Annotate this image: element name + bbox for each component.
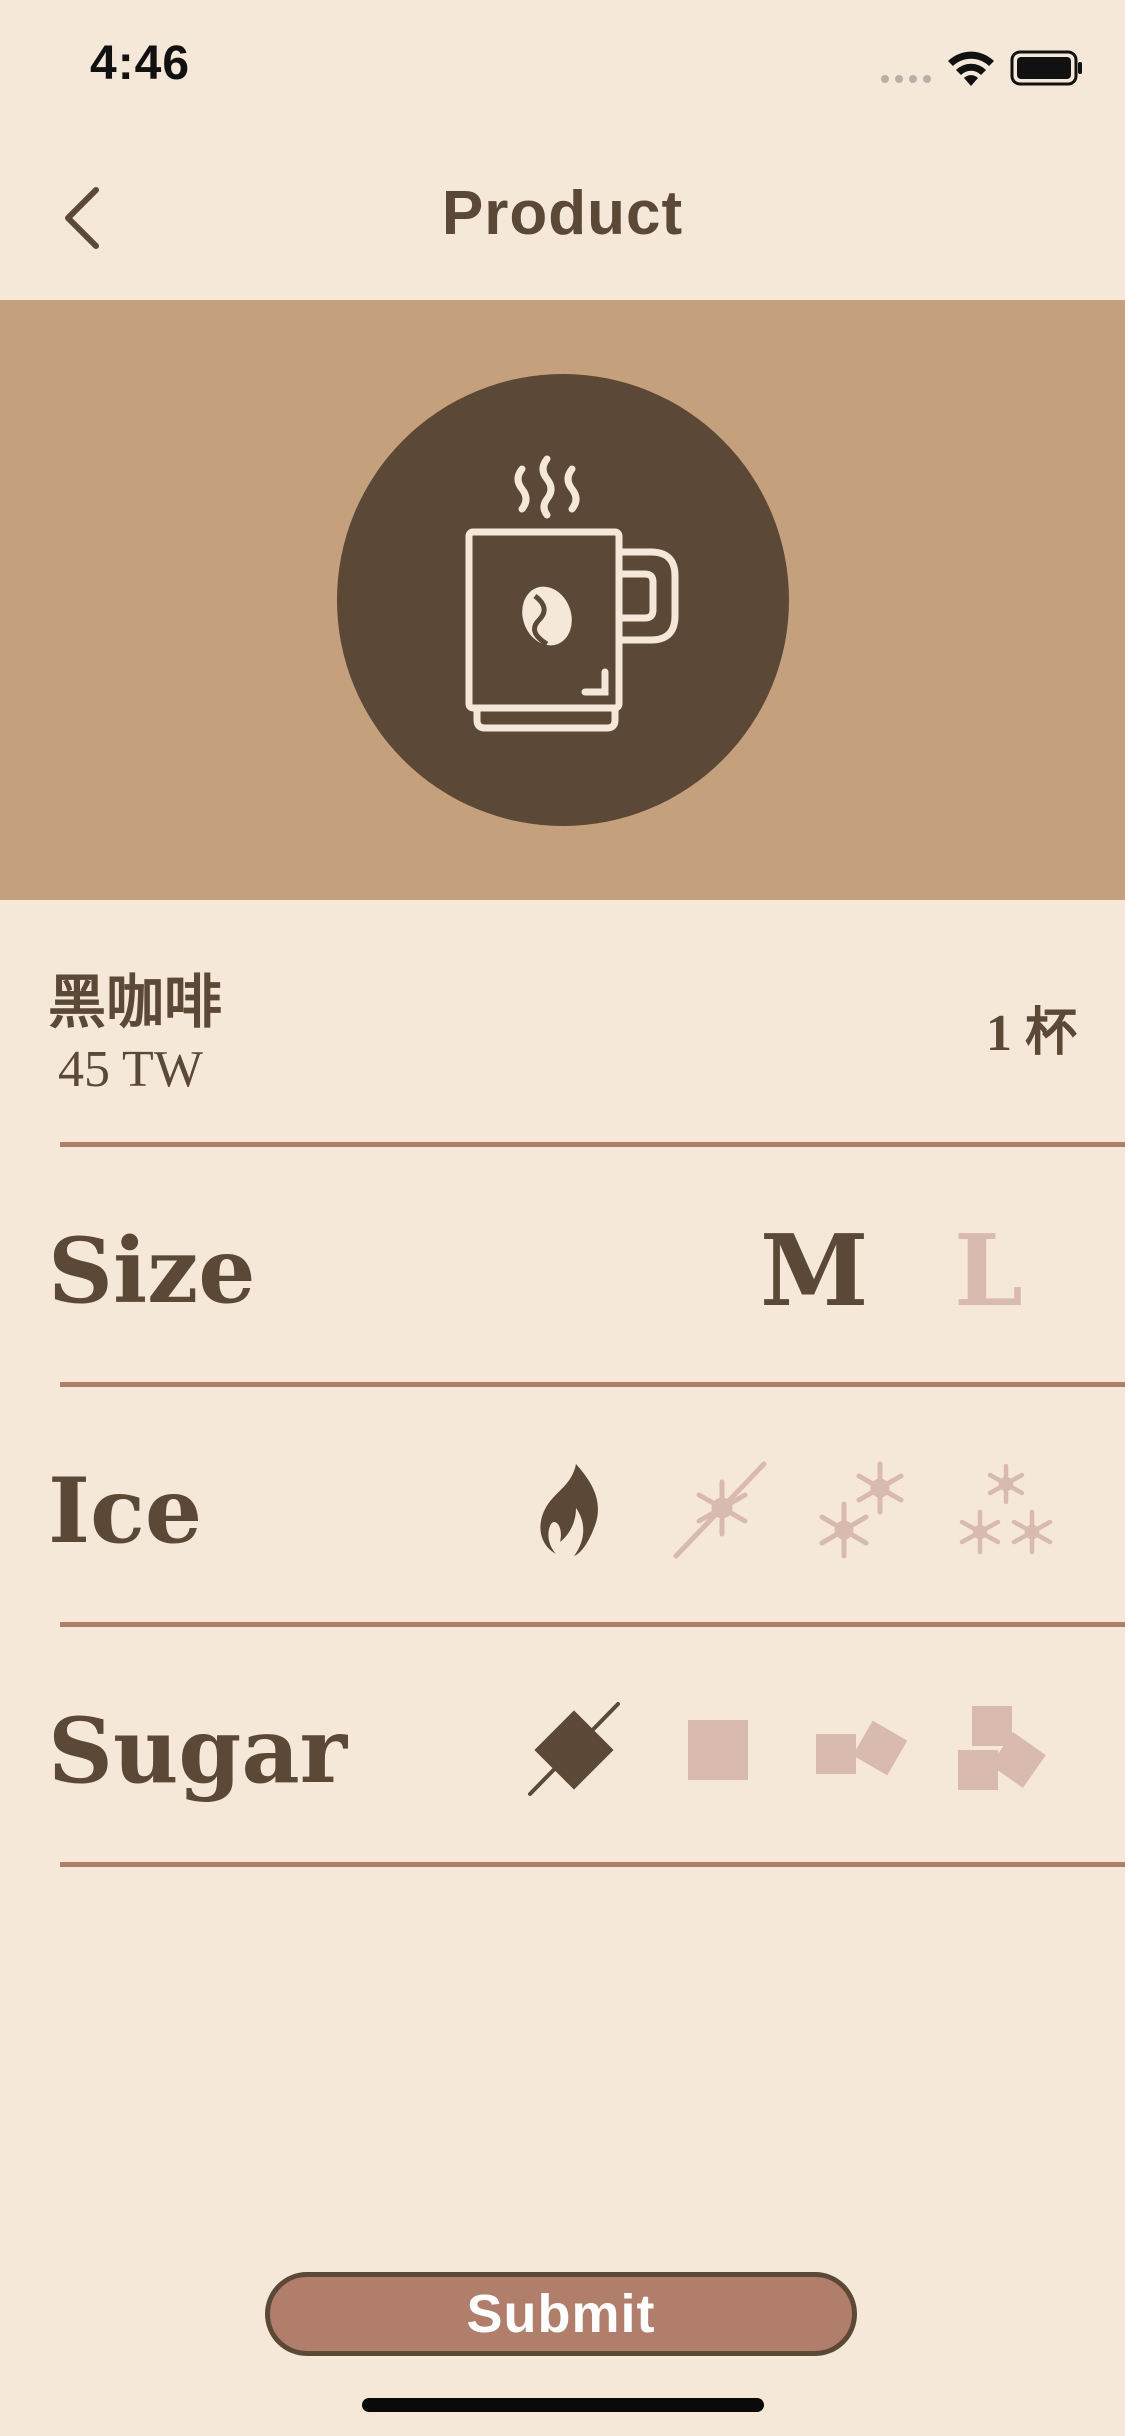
home-indicator <box>362 2398 764 2412</box>
one-sugar-cube-icon[interactable] <box>666 1700 766 1800</box>
no-sugar-icon[interactable] <box>524 1700 624 1800</box>
two-sugar-cubes-icon[interactable] <box>808 1700 908 1800</box>
divider <box>60 1142 1125 1147</box>
quantity-selector[interactable]: 1 杯 <box>986 990 1077 1065</box>
size-option-m[interactable]: M <box>760 1214 868 1329</box>
signal-dots-icon <box>881 75 931 83</box>
submit-button[interactable]: Submit <box>265 2272 857 2356</box>
size-label: Size <box>48 1218 256 1324</box>
battery-icon <box>1010 50 1082 86</box>
divider <box>60 1382 1125 1387</box>
product-price: 45 TW <box>58 1041 203 1098</box>
divider <box>60 1862 1125 1867</box>
less-ice-icon[interactable] <box>814 1460 914 1560</box>
coffee-mug-icon <box>465 455 679 732</box>
size-option-l[interactable]: L <box>954 1214 1023 1329</box>
divider <box>60 1622 1125 1627</box>
wifi-icon <box>948 51 994 86</box>
ice-label: Ice <box>48 1458 203 1564</box>
no-ice-icon[interactable] <box>672 1460 772 1560</box>
status-time: 4:46 <box>90 37 191 90</box>
sugar-label: Sugar <box>48 1698 348 1804</box>
full-ice-icon[interactable] <box>956 1460 1056 1560</box>
page-title: Product <box>441 179 684 248</box>
flame-icon[interactable] <box>524 1460 624 1560</box>
product-name: 黑咖啡 <box>48 968 223 1036</box>
three-sugar-cubes-icon[interactable] <box>950 1700 1050 1800</box>
